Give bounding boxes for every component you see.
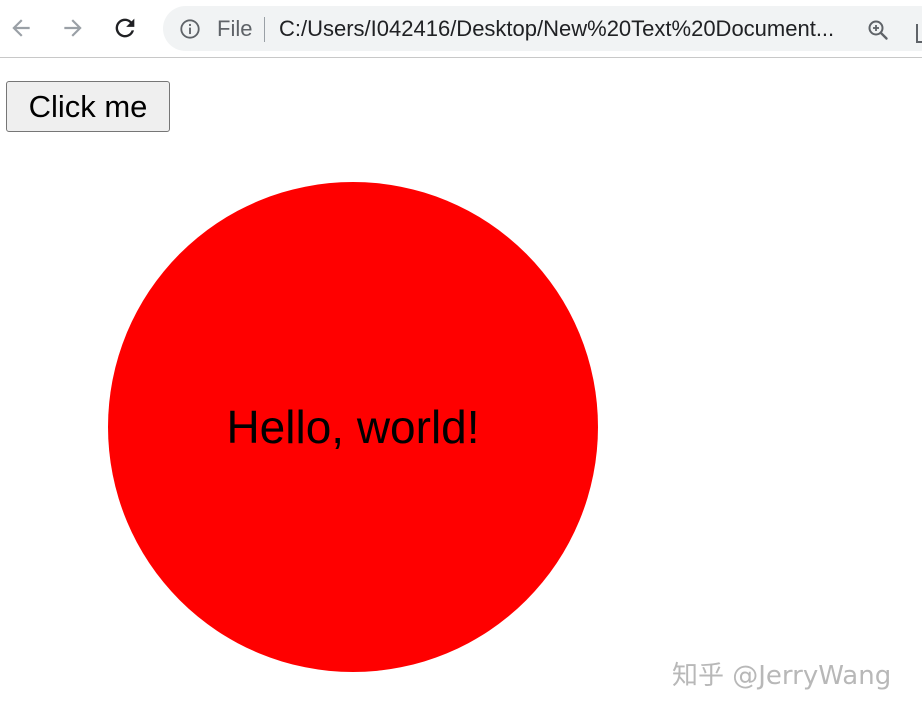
click-me-button[interactable]: Click me	[6, 81, 170, 132]
info-icon[interactable]	[179, 18, 201, 40]
scheme-label: File	[217, 16, 252, 42]
zoom-in-icon[interactable]	[866, 18, 890, 42]
address-bar[interactable]: File C:/Users/I042416/Desktop/New%20Text…	[163, 6, 922, 51]
url-text[interactable]: C:/Users/I042416/Desktop/New%20Text%20Do…	[279, 16, 849, 42]
browser-toolbar: File C:/Users/I042416/Desktop/New%20Text…	[0, 0, 922, 58]
address-divider	[264, 17, 265, 42]
forward-button[interactable]	[58, 11, 88, 45]
arrow-left-icon	[8, 15, 34, 41]
reload-button[interactable]	[110, 11, 140, 45]
back-button[interactable]	[6, 11, 36, 45]
reload-icon	[111, 14, 139, 42]
bookmark-icon[interactable]	[915, 22, 922, 44]
watermark: 知乎 @JerryWang	[672, 655, 891, 692]
arrow-right-icon	[60, 15, 86, 41]
circle-text: Hello, world!	[226, 400, 479, 454]
red-circle: Hello, world!	[108, 182, 598, 672]
